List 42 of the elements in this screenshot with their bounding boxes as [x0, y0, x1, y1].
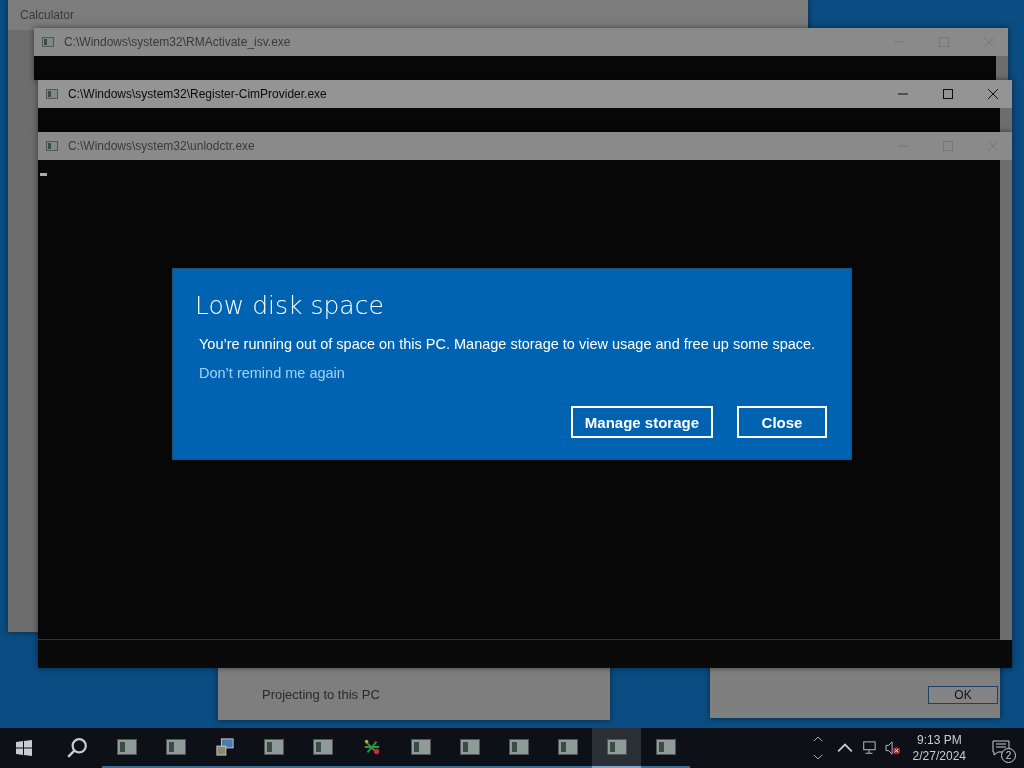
window-title: C:\Windows\system32\Register-CimProvider.exe: [68, 87, 327, 101]
dialog-button[interactable]: Manage storage: [570, 406, 713, 438]
windows-start-icon[interactable]: [16, 740, 32, 756]
console-icon: [557, 738, 578, 756]
clock-time: 9:13 PM: [916, 733, 962, 747]
settings-item[interactable]: Projecting to this PC: [262, 687, 380, 702]
close-icon[interactable]: [988, 89, 998, 99]
console-icon: [165, 738, 186, 756]
console-icon: [312, 738, 333, 756]
console-icon: [46, 89, 58, 99]
console-icon: [459, 738, 480, 756]
maximize-icon[interactable]: [943, 89, 953, 99]
clock-date: 2/27/2024: [912, 749, 966, 763]
console-icon: [508, 738, 529, 756]
scrollbar[interactable]: [1000, 160, 1012, 640]
console-icon: [42, 37, 54, 47]
volume-muted-icon[interactable]: [884, 741, 901, 755]
scrollbar[interactable]: [1000, 108, 1012, 132]
scrollbar[interactable]: [996, 56, 1008, 80]
notification-count: 2: [1001, 748, 1016, 763]
window-title: Calculator: [20, 8, 75, 22]
text-cursor: [40, 173, 47, 176]
notification-button[interactable]: 2: [986, 733, 1016, 763]
clock[interactable]: 9:13 PM 2/27/2024: [912, 733, 966, 763]
window-title: C:\Windows\system32\RMActivate_isv.exe: [64, 35, 291, 49]
console-icon: [46, 141, 58, 151]
search-icon[interactable]: [66, 737, 88, 759]
taskbar-app[interactable]: [592, 728, 641, 768]
dialog-title: Low disk space: [195, 291, 385, 320]
console-icon: [116, 738, 137, 756]
console-icon: [410, 738, 431, 756]
dialog-button[interactable]: Close: [737, 406, 827, 438]
chevron-up-icon[interactable]: [836, 741, 853, 755]
network-icon[interactable]: [860, 741, 877, 755]
ok-button[interactable]: OK: [928, 686, 998, 704]
console-icon: [606, 738, 627, 756]
dont-remind-link[interactable]: Don’t remind me again: [199, 365, 345, 381]
installer-icon: [214, 738, 235, 756]
window-title: C:\Windows\system32\unlodctr.exe: [68, 139, 255, 153]
dialog-message: You’re running out of space on this PC. Manage storage to view usage and free up some space.: [199, 336, 817, 352]
console-icon: [655, 738, 676, 756]
console-icon: [263, 738, 284, 756]
